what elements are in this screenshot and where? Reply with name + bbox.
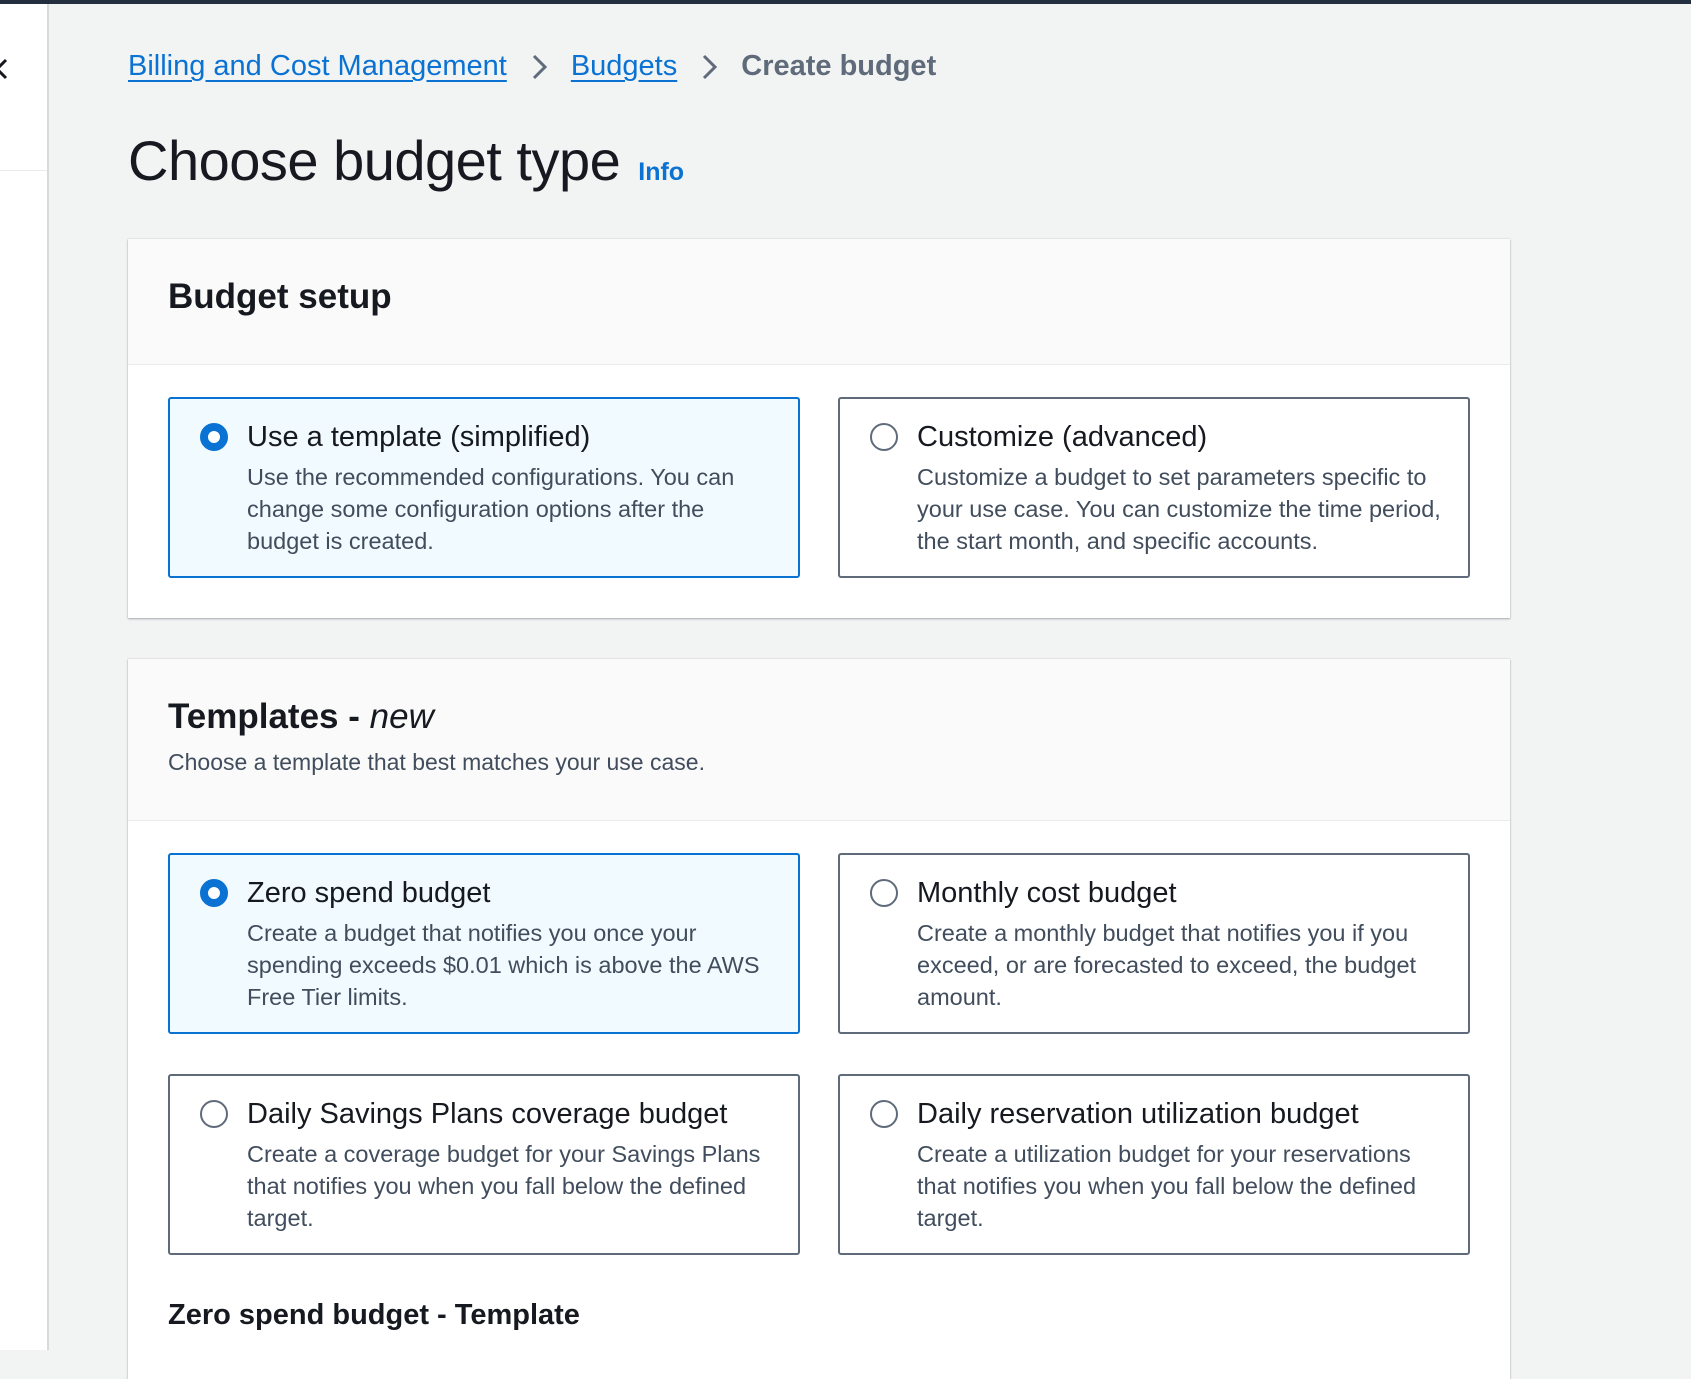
radio-button[interactable] [870, 1100, 898, 1128]
chevron-right-icon [529, 51, 551, 81]
breadcrumb-billing-link[interactable]: Billing and Cost Management [128, 44, 507, 88]
template-description: Create a coverage budget for your Saving… [247, 1141, 761, 1231]
side-navigation-collapsed [0, 4, 49, 1350]
templates-new-tag: new [369, 697, 434, 736]
option-label: Use a template (simplified) [247, 421, 591, 453]
template-description: Create a utilization budget for your res… [917, 1141, 1417, 1231]
template-savings-plans-coverage[interactable]: Daily Savings Plans coverage budget Crea… [168, 1074, 800, 1255]
template-reservation-utilization[interactable]: Daily reservation utilization budget Cre… [838, 1074, 1470, 1255]
breadcrumb-current: Create budget [741, 50, 937, 82]
radio-button-selected[interactable] [200, 879, 228, 907]
template-monthly-cost[interactable]: Monthly cost budget Create a monthly bud… [838, 853, 1470, 1034]
radio-button-selected[interactable] [200, 423, 228, 451]
chevron-right-icon [699, 51, 721, 81]
selected-template-heading: Zero spend budget - Template [168, 1299, 580, 1331]
templates-title-text: Templates - [168, 697, 370, 736]
radio-button[interactable] [870, 423, 898, 451]
budget-setup-panel: Budget setup Use a template (simplified)… [128, 239, 1510, 618]
option-description: Customize a budget to set parameters spe… [917, 464, 1441, 554]
templates-header: Templates - new Choose a template that b… [128, 659, 1510, 821]
template-zero-spend[interactable]: Zero spend budget Create a budget that n… [168, 853, 800, 1034]
template-label: Daily reservation utilization budget [917, 1098, 1359, 1130]
templates-panel: Templates - new Choose a template that b… [128, 659, 1510, 1379]
template-label: Zero spend budget [247, 877, 491, 909]
template-label: Monthly cost budget [917, 877, 1177, 909]
budget-setup-header: Budget setup [128, 239, 1510, 365]
budget-setup-title: Budget setup [168, 277, 392, 316]
template-description: Create a monthly budget that notifies yo… [917, 920, 1417, 1010]
top-header-strip [0, 0, 1691, 4]
templates-title: Templates - new [168, 697, 1510, 737]
breadcrumb-budgets-link[interactable]: Budgets [571, 44, 677, 88]
option-use-template[interactable]: Use a template (simplified) Use the reco… [168, 397, 800, 578]
option-description: Use the recommended configurations. You … [247, 464, 735, 554]
radio-button[interactable] [200, 1100, 228, 1128]
templates-description: Choose a template that best matches your… [168, 749, 705, 775]
page-header: Choose budget type Info [128, 128, 684, 193]
close-nav-icon[interactable] [0, 54, 12, 84]
nav-divider [0, 170, 47, 171]
option-customize[interactable]: Customize (advanced) Customize a budget … [838, 397, 1470, 578]
page-title: Choose budget type [128, 129, 621, 192]
breadcrumb: Billing and Cost Management Budgets Crea… [128, 44, 936, 88]
template-label: Daily Savings Plans coverage budget [247, 1098, 728, 1130]
info-link[interactable]: Info [638, 158, 684, 187]
option-label: Customize (advanced) [917, 421, 1208, 453]
radio-button[interactable] [870, 879, 898, 907]
template-description: Create a budget that notifies you once y… [247, 920, 760, 1010]
